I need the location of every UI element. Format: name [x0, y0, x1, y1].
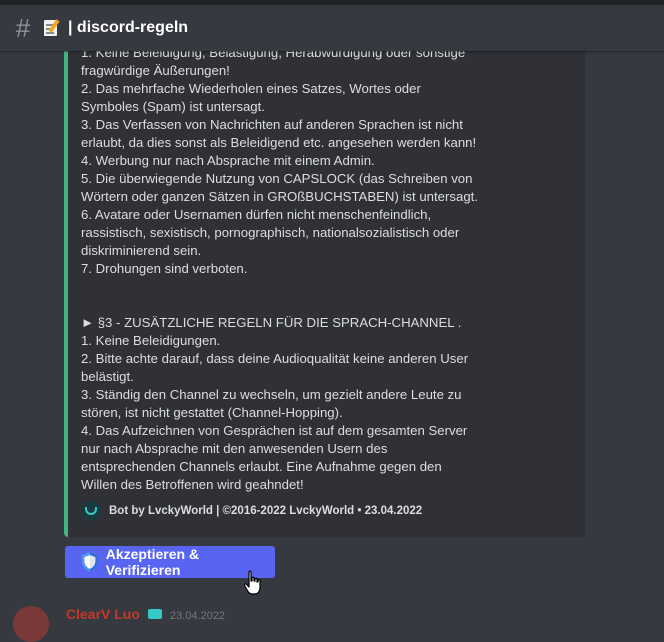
rule-line: 1. Keine Beleidigungen. [81, 333, 221, 348]
channel-header: # | discord-regeln [0, 5, 664, 51]
rule-line: 2. Das mehrfache Wiederholen eines Satze… [81, 81, 421, 96]
message-timestamp: 23.04.2022 [170, 610, 226, 622]
avatar[interactable] [13, 606, 49, 642]
rule-line: 4. Das Aufzeichnen von Gesprächen ist au… [81, 423, 468, 438]
rules-embed: 1. Keine Beleidigung, Belästigung, Herab… [64, 30, 585, 537]
rule-line: fragwürdige Äußerungen! [81, 63, 230, 78]
rule-line: 3. Das Verfassen von Nachrichten auf and… [81, 117, 463, 132]
message-author[interactable]: ClearV Luo [66, 606, 140, 622]
section3-heading: ► §3 - ZUSÄTZLICHE REGELN FÜR DIE SPRACH… [81, 315, 462, 330]
rule-line: Wörtern oder ganzen Sätzen in GROßBUCHST… [81, 189, 478, 204]
next-message-row: ClearV Luo 23.04.2022 [0, 600, 664, 642]
bot-logo-icon [81, 501, 101, 521]
footer-text: Bot by LvckyWorld | ©2016-2022 LvckyWorl… [109, 505, 423, 517]
bot-badge-icon [148, 609, 162, 619]
rule-line: entsprechenden Channels erlaubt. Eine Au… [81, 459, 442, 474]
channel-title: | discord-regeln [68, 19, 189, 36]
hash-icon: # [15, 13, 31, 43]
rule-line: 4. Werbung nur nach Absprache mit einem … [81, 153, 375, 168]
rule-line: 5. Die überwiegende Nutzung von CAPSLOCK… [81, 171, 473, 186]
rule-line: erlaubt, da dies sonst als Beleidigend e… [81, 135, 477, 150]
rule-line: 7. Drohungen sind verboten. [81, 261, 248, 276]
shield-icon [81, 552, 98, 572]
rule-line: 2. Bitte achte darauf, dass deine Audioq… [81, 351, 469, 366]
rule-line: rassistisch, sexistisch, pornographisch,… [81, 225, 460, 240]
rule-line: belästigt. [81, 369, 134, 384]
rule-line: 6. Avatare oder Usernamen dürfen nicht m… [81, 207, 432, 222]
rule-line: nur nach Absprache mit den anwesenden Us… [81, 441, 388, 456]
hand-pointer-cursor-icon [243, 570, 261, 595]
rule-line: stören, ist nicht gestattet (Channel-Hop… [81, 405, 343, 420]
embed-description: 1. Keine Beleidigung, Belästigung, Herab… [81, 44, 581, 494]
rule-line: diskriminierend sein. [81, 243, 202, 258]
rule-line: Symboles (Spam) ist untersagt. [81, 99, 265, 114]
rule-line: Willen des Betroffenen wird geahndet! [81, 477, 304, 492]
rule-line: 3. Ständig den Channel zu wechseln, um g… [81, 387, 462, 402]
memo-emoji-icon [44, 19, 60, 37]
embed-footer: Bot by LvckyWorld | ©2016-2022 LvckyWorl… [81, 501, 422, 521]
